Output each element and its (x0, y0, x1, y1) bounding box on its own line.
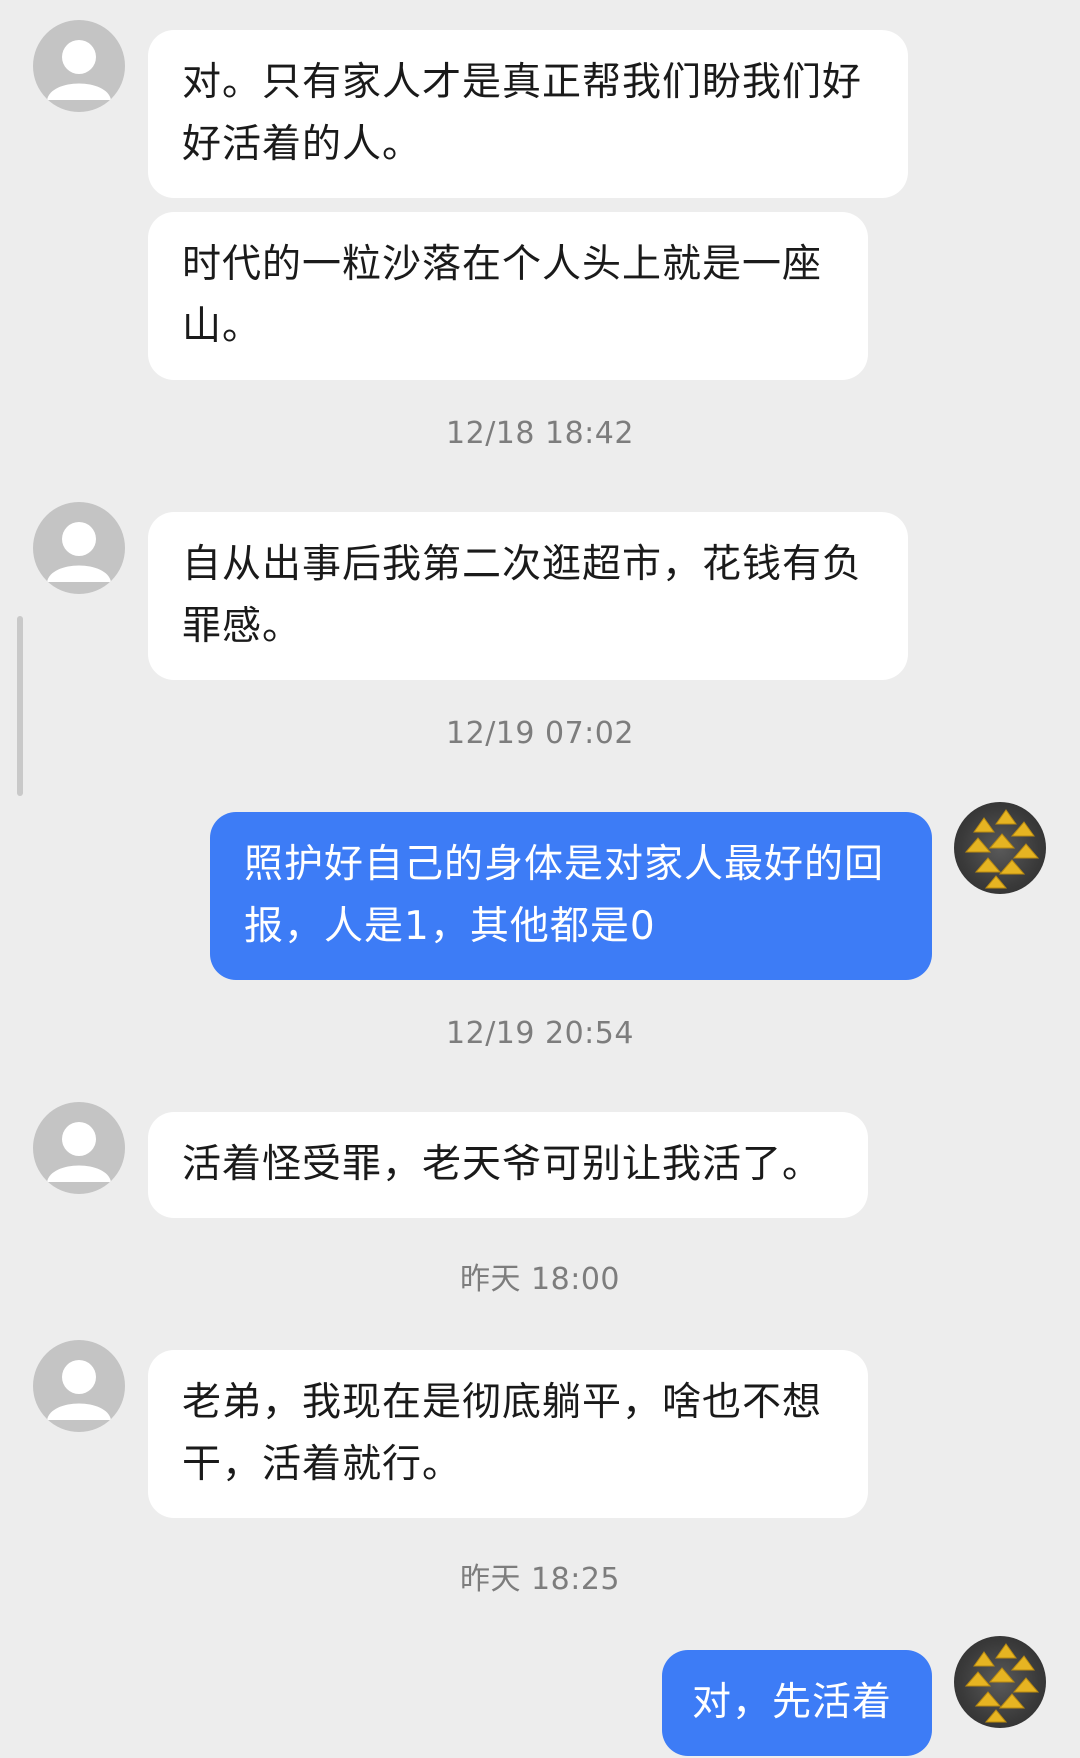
person-icon (47, 40, 111, 100)
timestamp: 昨天 18:00 (460, 1262, 620, 1297)
ginkgo-leaves-icon (964, 1643, 1040, 1723)
contact-avatar[interactable] (33, 20, 125, 112)
outgoing-message-bubble[interactable]: 对，先活着 (662, 1650, 932, 1756)
person-icon (47, 1360, 111, 1420)
incoming-message-bubble[interactable]: 时代的一粒沙落在个人头上就是一座山。 (148, 212, 868, 380)
timestamp: 12/18 18:42 (446, 416, 634, 451)
scrollbar[interactable] (17, 616, 23, 796)
person-icon (47, 1122, 111, 1182)
outgoing-message-bubble[interactable]: 照护好自己的身体是对家人最好的回报，人是1，其他都是0 (210, 812, 932, 980)
contact-avatar[interactable] (33, 1102, 125, 1194)
contact-avatar[interactable] (33, 502, 125, 594)
timestamp: 12/19 20:54 (446, 1016, 634, 1051)
incoming-message-bubble[interactable]: 自从出事后我第二次逛超市，花钱有负罪感。 (148, 512, 908, 680)
contact-avatar[interactable] (33, 1340, 125, 1432)
incoming-message-bubble[interactable]: 对。只有家人才是真正帮我们盼我们好好活着的人。 (148, 30, 908, 198)
user-avatar[interactable] (954, 1636, 1046, 1728)
incoming-message-bubble[interactable]: 老弟，我现在是彻底躺平，啥也不想干，活着就行。 (148, 1350, 868, 1518)
timestamp: 12/19 07:02 (446, 716, 634, 751)
timestamp: 昨天 18:25 (460, 1562, 620, 1597)
user-avatar[interactable] (954, 802, 1046, 894)
person-icon (47, 522, 111, 582)
incoming-message-bubble[interactable]: 活着怪受罪，老天爷可别让我活了。 (148, 1112, 868, 1218)
ginkgo-leaves-icon (964, 809, 1040, 889)
